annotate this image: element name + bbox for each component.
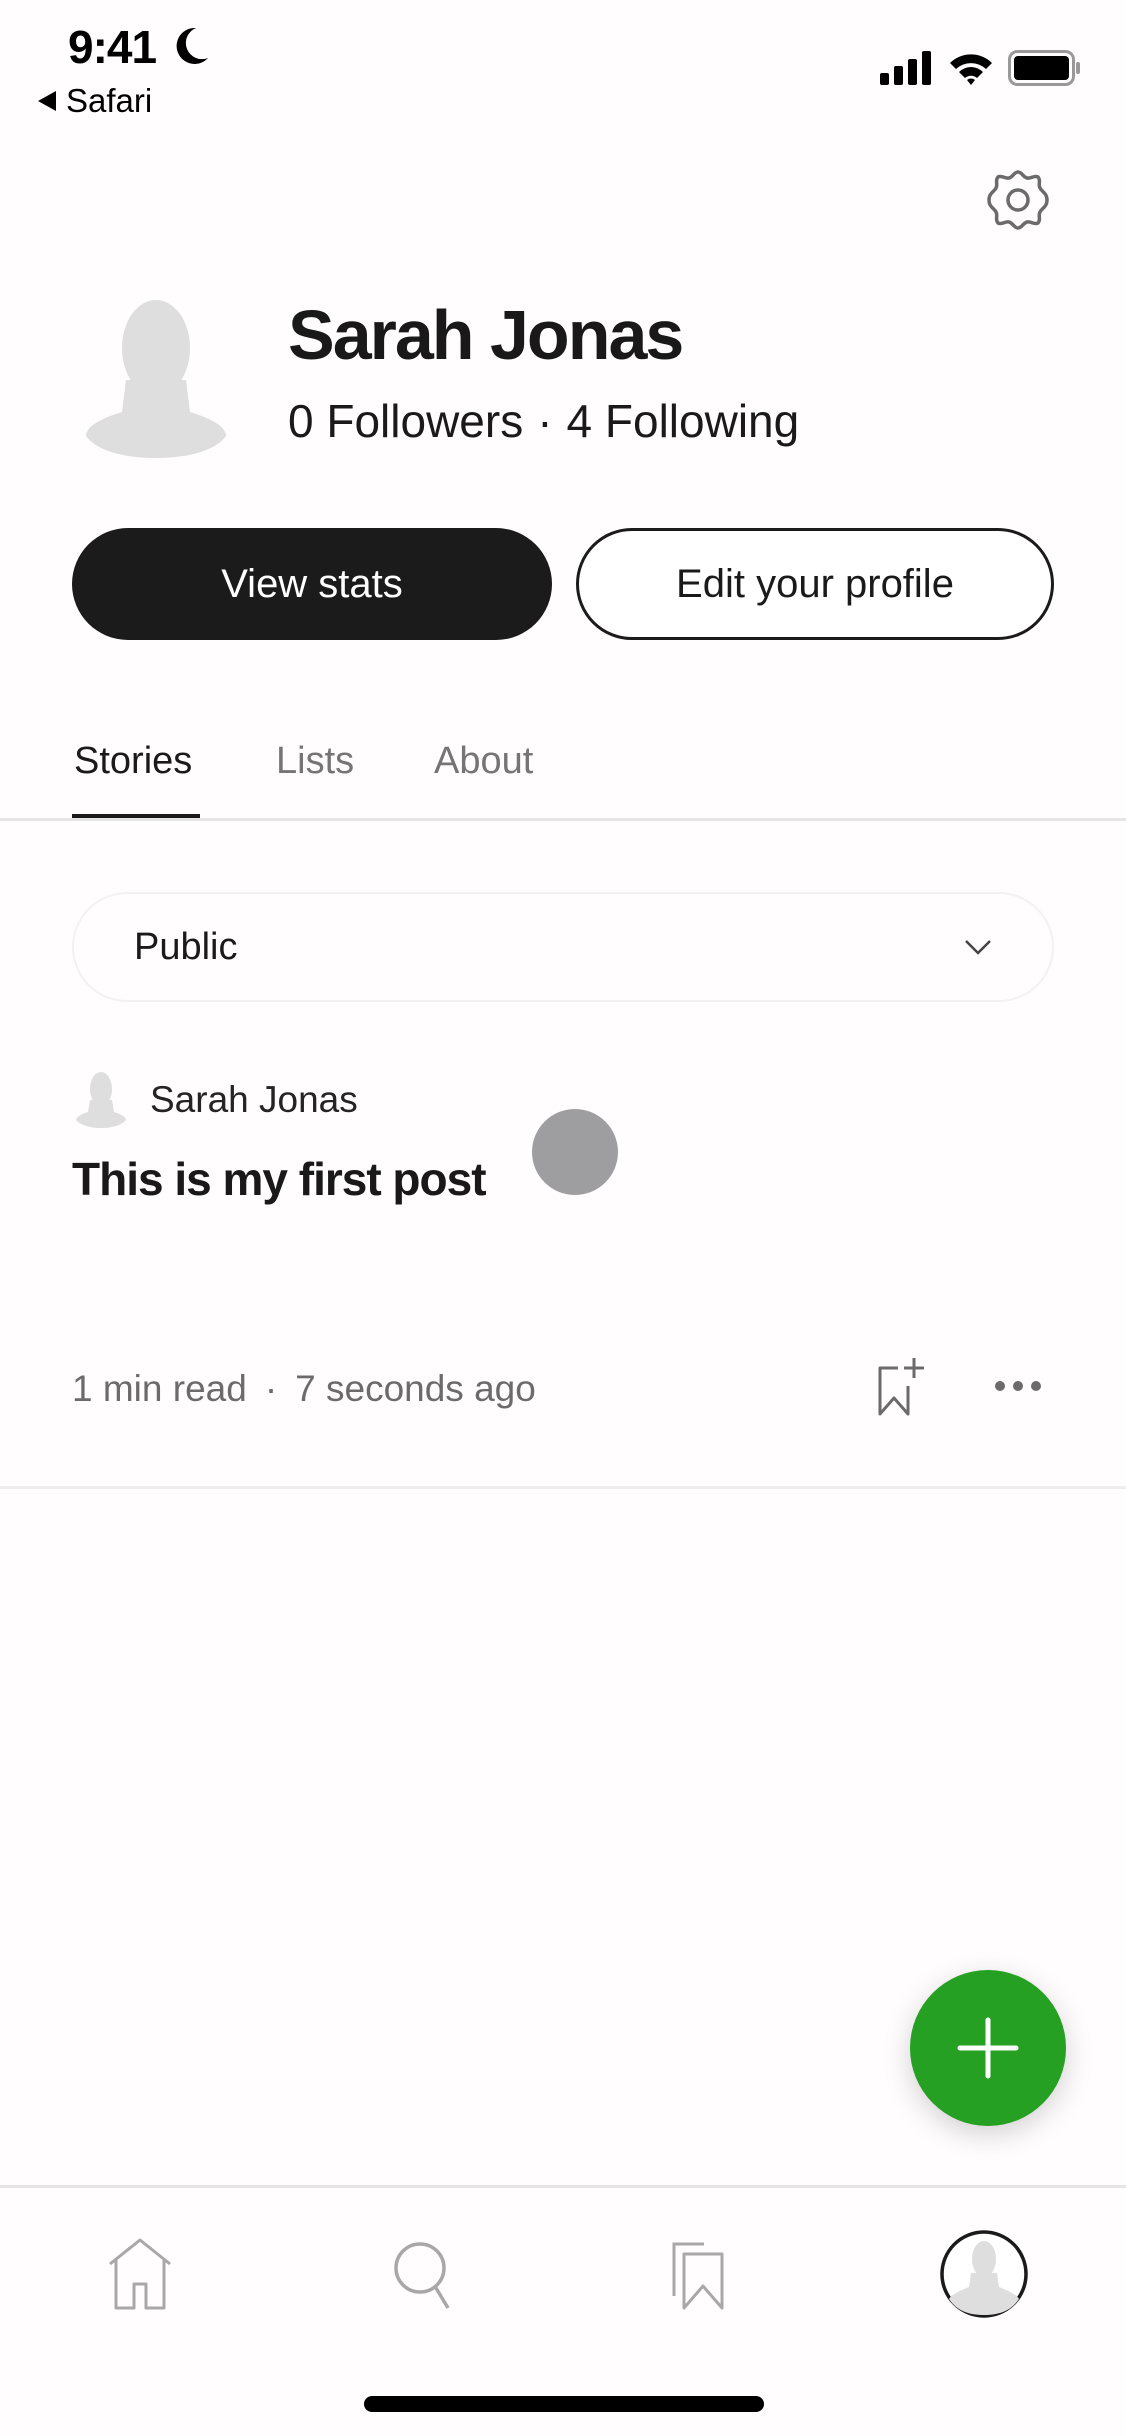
profile-name: Sarah Jonas	[288, 296, 684, 374]
back-arrow-icon	[38, 91, 56, 111]
home-indicator	[364, 2396, 764, 2412]
follow-counts: 0 Followers · 4 Following	[288, 394, 799, 448]
bookmark-add-icon[interactable]	[874, 1356, 926, 1416]
status-time: 9:41	[68, 21, 157, 73]
visibility-filter-select[interactable]: Public	[72, 892, 1054, 1002]
wifi-icon	[950, 54, 992, 85]
nav-search[interactable]	[376, 2226, 472, 2322]
tab-about[interactable]: About	[434, 740, 533, 783]
tab-lists[interactable]: Lists	[276, 740, 354, 783]
gear-icon[interactable]	[984, 166, 1052, 234]
followers-count[interactable]: 0 Followers	[288, 395, 523, 447]
separator: ·	[537, 395, 553, 447]
view-stats-button[interactable]: View stats	[72, 528, 552, 640]
nav-home[interactable]	[92, 2226, 188, 2322]
signal-icon	[880, 51, 931, 85]
search-icon	[394, 2242, 450, 2309]
status-indicators	[880, 50, 1082, 86]
post-author[interactable]: Sarah Jonas	[76, 1072, 358, 1128]
nav-bookmarks[interactable]	[654, 2226, 750, 2322]
post-divider	[0, 1486, 1126, 1489]
home-icon	[109, 2238, 171, 2310]
separator: ·	[264, 1368, 278, 1409]
back-to-safari[interactable]: Safari	[38, 82, 152, 120]
profile-avatar-icon	[940, 2230, 1028, 2318]
visibility-filter-value: Public	[134, 925, 238, 968]
active-tab-indicator	[72, 814, 200, 818]
new-story-button[interactable]	[910, 1970, 1066, 2126]
moon-icon	[176, 27, 208, 64]
profile-tabs: Stories Lists About	[0, 740, 1126, 821]
plus-icon	[957, 2017, 1019, 2079]
bookmarks-icon	[672, 2242, 724, 2310]
chevron-down-icon	[965, 940, 991, 955]
author-avatar-icon	[76, 1072, 126, 1128]
more-options-icon[interactable]	[992, 1374, 1044, 1398]
avatar	[86, 300, 226, 458]
posted-time: 7 seconds ago	[295, 1368, 536, 1409]
read-time: 1 min read	[72, 1368, 247, 1409]
tab-stories[interactable]: Stories	[74, 740, 192, 783]
battery-icon	[1008, 50, 1080, 86]
following-count[interactable]: 4 Following	[567, 395, 800, 447]
post-meta: 1 min read · 7 seconds ago	[72, 1368, 536, 1410]
post-author-name: Sarah Jonas	[150, 1079, 358, 1120]
touch-indicator	[532, 1109, 618, 1195]
bottom-nav-divider	[0, 2185, 1126, 2188]
post-title[interactable]: This is my first post	[72, 1152, 487, 1206]
edit-profile-button[interactable]: Edit your profile	[576, 528, 1054, 640]
back-label: Safari	[66, 82, 153, 119]
nav-profile[interactable]	[936, 2226, 1032, 2322]
